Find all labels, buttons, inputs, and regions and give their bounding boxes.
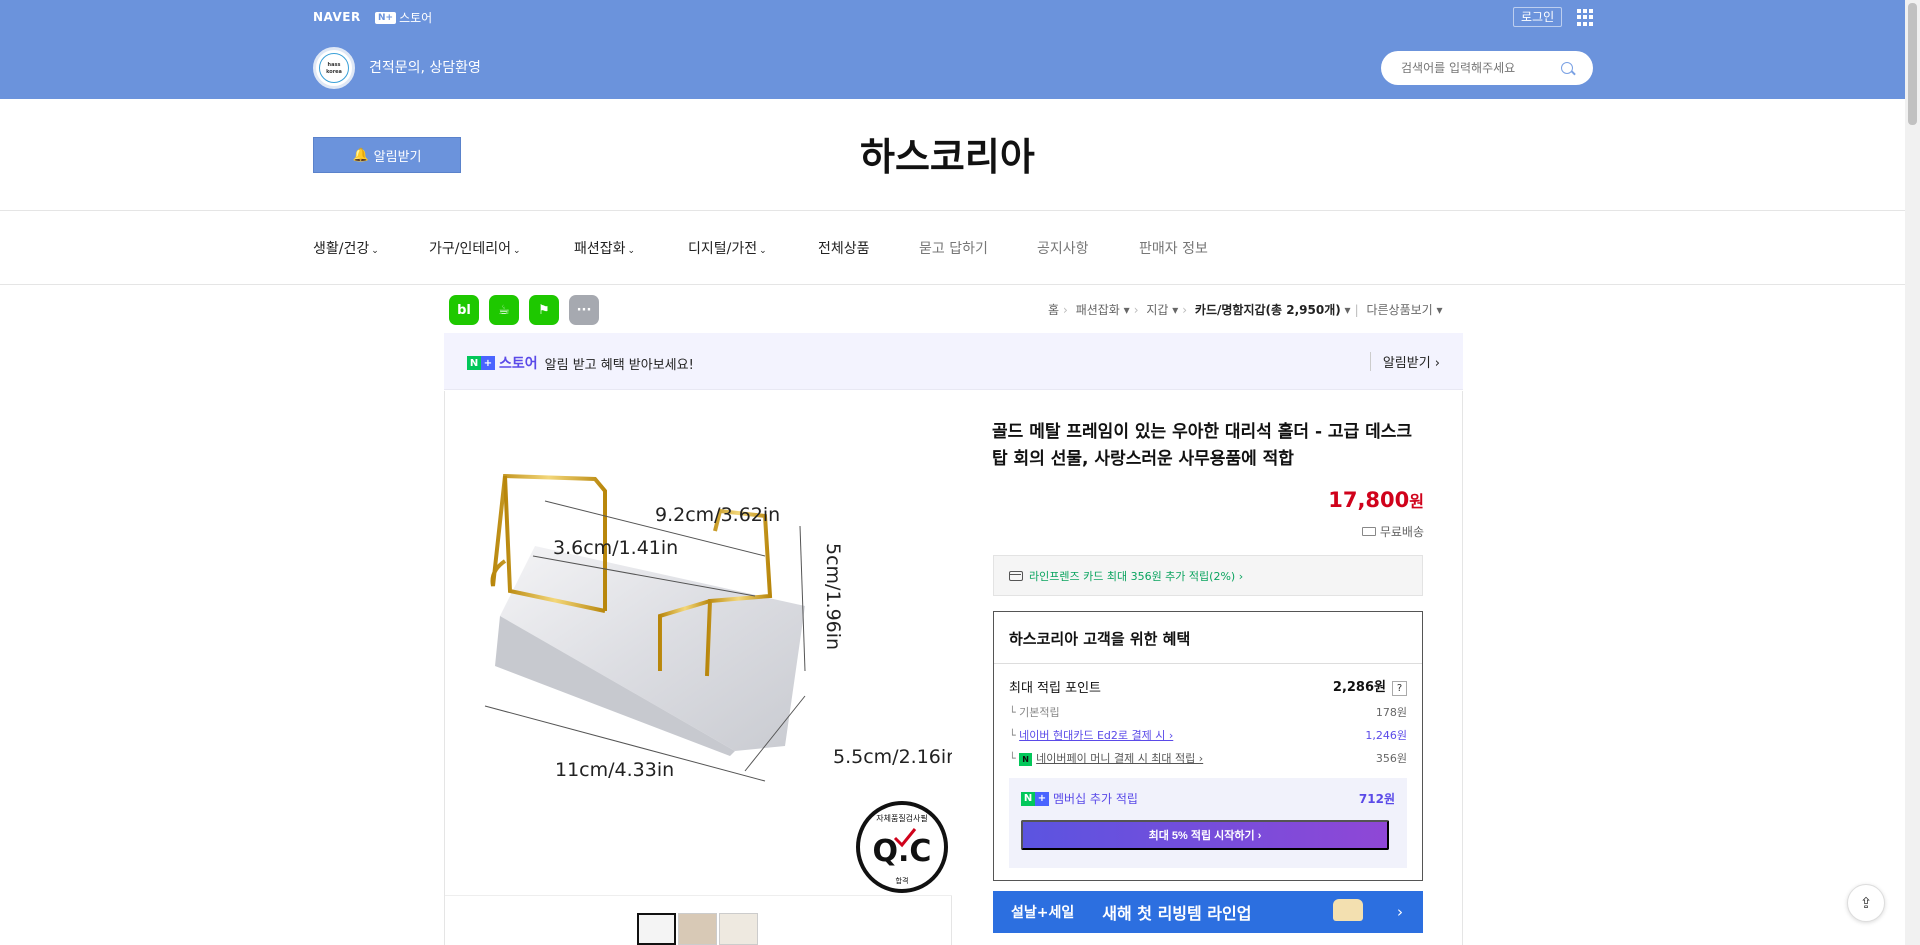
banner-text: 알림 받고 혜택 받아보세요!	[544, 357, 694, 373]
nav-item-health[interactable]: 생활/건강 ⌄	[313, 238, 379, 258]
product-image[interactable]: 9.2cm/3.62in 3.6cm/1.41in 5cm/1.96in 11c…	[445, 391, 958, 896]
membership-start-button[interactable]: 최대 5% 적립 시작하기 ›	[1021, 820, 1389, 850]
search-box[interactable]	[1381, 51, 1593, 85]
thumbnail-2[interactable]	[678, 913, 717, 945]
share-icon: ⇪	[1859, 894, 1873, 912]
dimension-height-label: 5cm/1.96in	[822, 543, 844, 650]
share-float-button[interactable]: ⇪	[1847, 884, 1885, 922]
share-row: bl ☕ ⚑ ···	[449, 295, 599, 325]
npay-money-link[interactable]: 네이버페이 머니 결제 시 최대 적립 ›	[1036, 752, 1203, 765]
dimension-depth-label: 3.6cm/1.41in	[553, 537, 678, 559]
bell-icon: 🔔	[352, 147, 369, 162]
apps-grid-icon[interactable]	[1577, 9, 1594, 26]
sofa-icon	[1333, 899, 1363, 921]
thumbnail-1[interactable]	[637, 913, 676, 945]
scrollbar-thumb[interactable]	[1908, 3, 1917, 125]
product-price: 17,800원	[1328, 488, 1424, 512]
breadcrumb-home[interactable]: 홈	[1048, 303, 1059, 317]
product-image-panel: 9.2cm/3.62in 3.6cm/1.41in 5cm/1.96in 11c…	[444, 391, 958, 945]
alarm-button-label: 알림받기	[373, 148, 422, 164]
store-logo[interactable]: hass korea	[313, 47, 355, 89]
basic-point-row: └ 기본적립 178원	[1009, 706, 1407, 719]
bookmark-share-icon[interactable]: ⚑	[529, 295, 559, 325]
other-products-link[interactable]: 다른상품보기	[1366, 303, 1432, 317]
chevron-down-icon: ⌄	[627, 246, 636, 256]
divider	[0, 210, 1905, 211]
divider	[0, 284, 1905, 285]
membership-value: 712원	[1358, 792, 1395, 806]
breadcrumb-wallet[interactable]: 지갑	[1146, 303, 1168, 317]
benefit-box: 하스코리아 고객을 위한 혜택 최대 적립 포인트 2,286원? └ 기본적립…	[993, 611, 1423, 881]
nplus-badge: N+	[375, 11, 397, 24]
search-icon[interactable]	[1561, 62, 1573, 74]
naver-logo[interactable]: NAVER	[313, 10, 361, 24]
store-title[interactable]: 하스코리아	[860, 126, 1035, 181]
credit-card-icon	[1009, 570, 1023, 581]
nav-item-all-products[interactable]: 전체상품	[818, 238, 870, 258]
card-benefit-text: 라인프렌즈 카드 최대 356원 추가 적립(2%) ›	[1029, 569, 1244, 583]
product-info-panel: 골드 메탈 프레임이 있는 우아한 대리석 홀더 - 고급 데스크탑 회의 선물…	[952, 391, 1463, 945]
promo-text: 새해 첫 리빙템 라인업	[1102, 904, 1252, 923]
login-button[interactable]: 로그인	[1513, 7, 1563, 27]
membership-box: N + 멤버십 추가 적립 712원 최대 5% 적립 시작하기 ›	[1009, 778, 1407, 868]
blog-share-icon[interactable]: bl	[449, 295, 479, 325]
chevron-down-icon: ⌄	[513, 246, 521, 256]
scrollbar[interactable]	[1905, 0, 1920, 945]
truck-icon	[1361, 527, 1376, 536]
alarm-banner: N + 스토어 알림 받고 혜택 받아보세요! 알림받기 ›	[444, 333, 1463, 390]
card-point-row: └ 네이버 현대카드 Ed2로 결제 시 › 1,246원	[1009, 729, 1407, 742]
nav-item-fashion[interactable]: 패션잡화 ⌄	[574, 238, 635, 258]
benefit-title: 하스코리아 고객을 위한 혜택	[1009, 630, 1191, 648]
banner-store-word: 스토어	[499, 356, 538, 372]
qc-seal-top: 자체품질검사필	[876, 813, 928, 823]
npay-icon: N	[1019, 753, 1033, 766]
nplus-logo-icon: N +	[1021, 791, 1049, 806]
card-benefit-box[interactable]: 라인프렌즈 카드 최대 356원 추가 적립(2%) ›	[993, 555, 1423, 596]
product-title: 골드 메탈 프레임이 있는 우아한 대리석 홀더 - 고급 데스크탑 회의 선물…	[992, 422, 1413, 469]
nav-item-furniture[interactable]: 가구/인테리어 ⌄	[429, 238, 521, 258]
qc-seal-bottom: 합격	[896, 876, 909, 885]
banner-alarm-link[interactable]: 알림받기 ›	[1369, 352, 1440, 371]
breadcrumb-fashion[interactable]: 패션잡화	[1076, 303, 1120, 317]
qc-seal-text: Q.C	[873, 834, 932, 869]
top-header: NAVER N+ 스토어 로그인 hass korea 견적문의, 상담환영	[0, 0, 1905, 99]
membership-label: 멤버십 추가 적립	[1053, 792, 1138, 806]
thumbnail-list	[637, 913, 758, 945]
nstore-link[interactable]: N+ 스토어	[375, 9, 432, 26]
alarm-button[interactable]: 🔔 알림받기	[313, 137, 461, 173]
breadcrumb-card-wallet[interactable]: 카드/명함지갑(총 2,950개)	[1195, 303, 1341, 317]
promo-banner[interactable]: 설날+세일 새해 첫 리빙템 라인업 ›	[993, 891, 1423, 933]
promo-tag: 설날+세일	[1011, 905, 1075, 921]
shipping-info: 무료배송	[1361, 523, 1424, 540]
store-logo-mark: hass korea	[319, 53, 349, 83]
nplus-logo-icon: N +	[467, 356, 495, 370]
search-input[interactable]	[1401, 59, 1561, 77]
hyundai-card-link[interactable]: 네이버 현대카드 Ed2로 결제 시 ›	[1019, 729, 1173, 742]
nav-item-notice[interactable]: 공지사항	[1037, 238, 1089, 258]
chevron-right-icon: ›	[1397, 903, 1403, 921]
thumbnail-3[interactable]	[719, 913, 758, 945]
cafe-share-icon[interactable]: ☕	[489, 295, 519, 325]
max-point-row: 최대 적립 포인트 2,286원?	[1009, 676, 1407, 696]
nav-item-digital[interactable]: 디지털/가전 ⌄	[688, 238, 767, 258]
more-share-icon[interactable]: ···	[569, 295, 599, 325]
dimension-width-label: 9.2cm/3.62in	[655, 504, 780, 526]
divider	[994, 663, 1422, 664]
dimension-base-label: 5.5cm/2.16in	[833, 746, 952, 768]
npay-point-row: └ N 네이버페이 머니 결제 시 최대 적립 › 356원	[1009, 752, 1407, 766]
store-slogan: 견적문의, 상담환영	[369, 60, 481, 76]
dimension-length-label: 11cm/4.33in	[555, 759, 674, 781]
chevron-down-icon: ⌄	[759, 246, 767, 256]
help-icon[interactable]: ?	[1392, 681, 1407, 696]
chevron-down-icon: ⌄	[371, 246, 379, 256]
nav-item-seller-info[interactable]: 판매자 정보	[1139, 238, 1208, 258]
nav-item-qna[interactable]: 묻고 답하기	[919, 238, 988, 258]
nstore-label: 스토어	[399, 11, 433, 25]
breadcrumb: 홈 › 패션잡화 ▾ › 지갑 ▾ › 카드/명함지갑(총 2,950개) ▾ | 다른…	[1048, 303, 1443, 317]
